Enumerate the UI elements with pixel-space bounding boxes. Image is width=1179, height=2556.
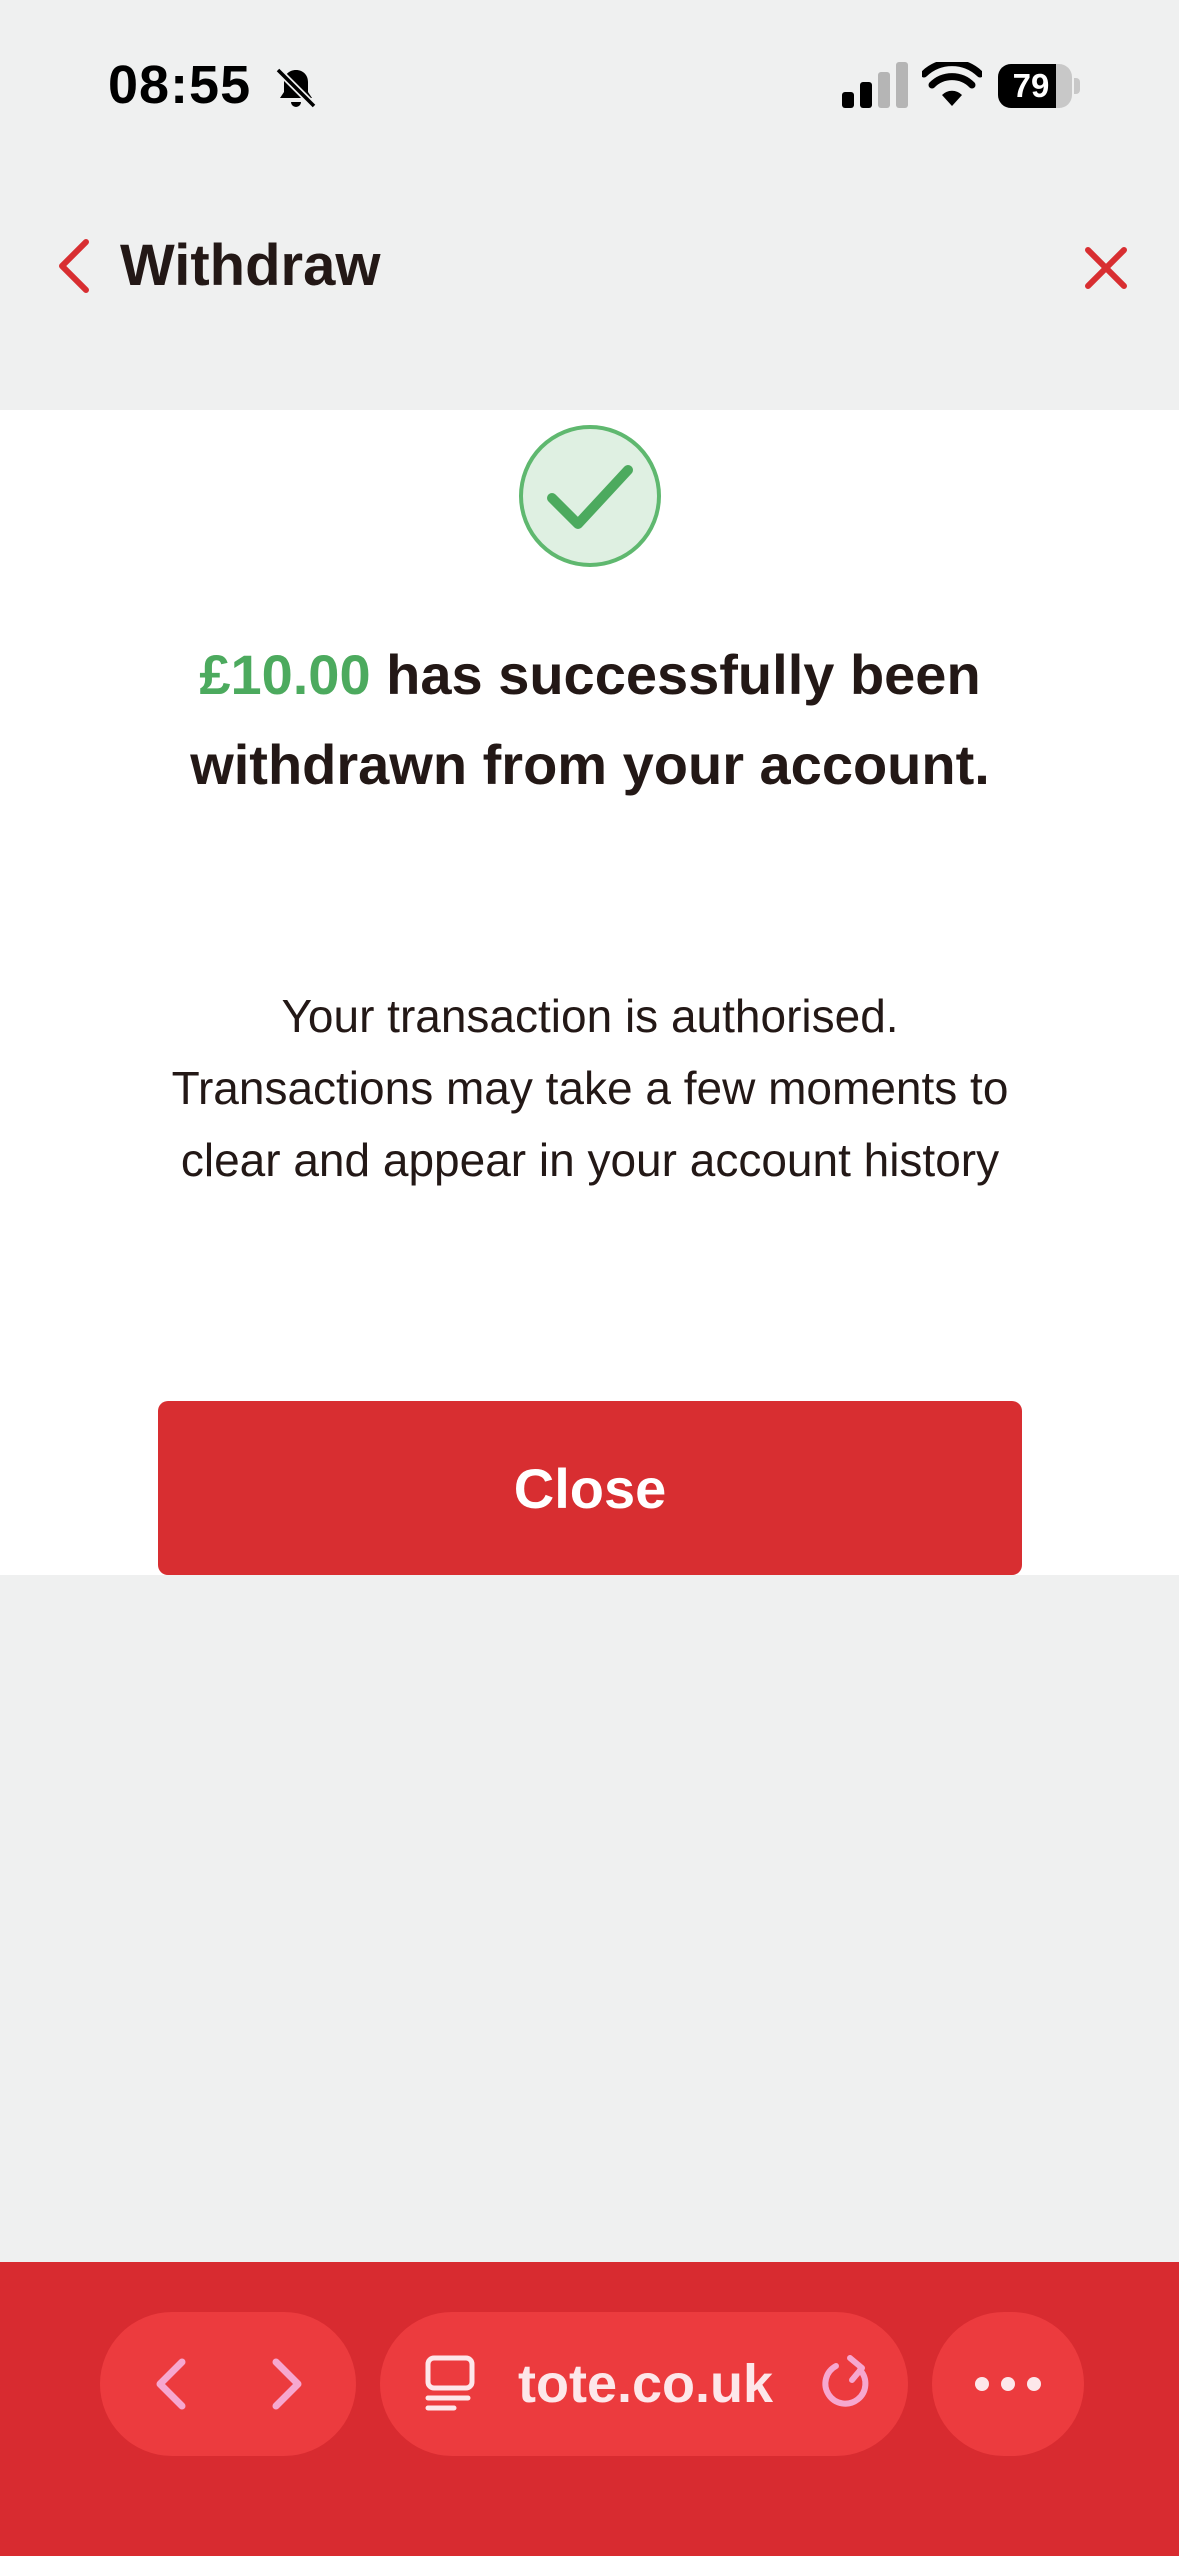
transaction-info: Your transaction is authorised. Transact… <box>171 990 1009 1186</box>
chevron-right-icon[interactable] <box>250 2348 322 2420</box>
status-time: 08:55 <box>108 55 252 115</box>
browser-nav <box>100 2312 356 2456</box>
browser-toolbar: tote.co.uk <box>0 2262 1179 2556</box>
close-button[interactable]: Close <box>158 1401 1022 1575</box>
chevron-left-icon <box>59 239 89 293</box>
more-icon[interactable] <box>968 2352 1048 2416</box>
wifi-icon <box>922 62 982 106</box>
tabs-icon[interactable] <box>422 2352 486 2416</box>
battery-icon: 79 <box>998 64 1080 108</box>
check-circle-icon <box>519 425 661 567</box>
page-title: Withdraw <box>120 233 381 298</box>
url-text: tote.co.uk <box>518 2354 774 2414</box>
reload-icon[interactable] <box>814 2352 878 2416</box>
screen: 08:55 79 Withdraw £10.00 has successfull… <box>0 0 1179 2556</box>
address-bar[interactable]: tote.co.uk <box>380 2312 908 2456</box>
close-icon[interactable] <box>1074 236 1138 300</box>
more-button[interactable] <box>932 2312 1084 2456</box>
back-button[interactable] <box>44 226 108 306</box>
bell-slash-icon <box>275 67 317 109</box>
chevron-left-icon[interactable] <box>136 2348 208 2420</box>
withdrawn-amount: £10.00 <box>199 643 371 706</box>
success-headline: £10.00 has successfully been withdrawn f… <box>150 630 1030 810</box>
cellular-signal-icon <box>842 62 908 108</box>
status-bar: 08:55 79 <box>0 0 1179 170</box>
success-card: £10.00 has successfully been withdrawn f… <box>0 410 1179 1575</box>
page-header: Withdraw <box>0 170 1179 410</box>
battery-level: 79 <box>1012 67 1050 104</box>
